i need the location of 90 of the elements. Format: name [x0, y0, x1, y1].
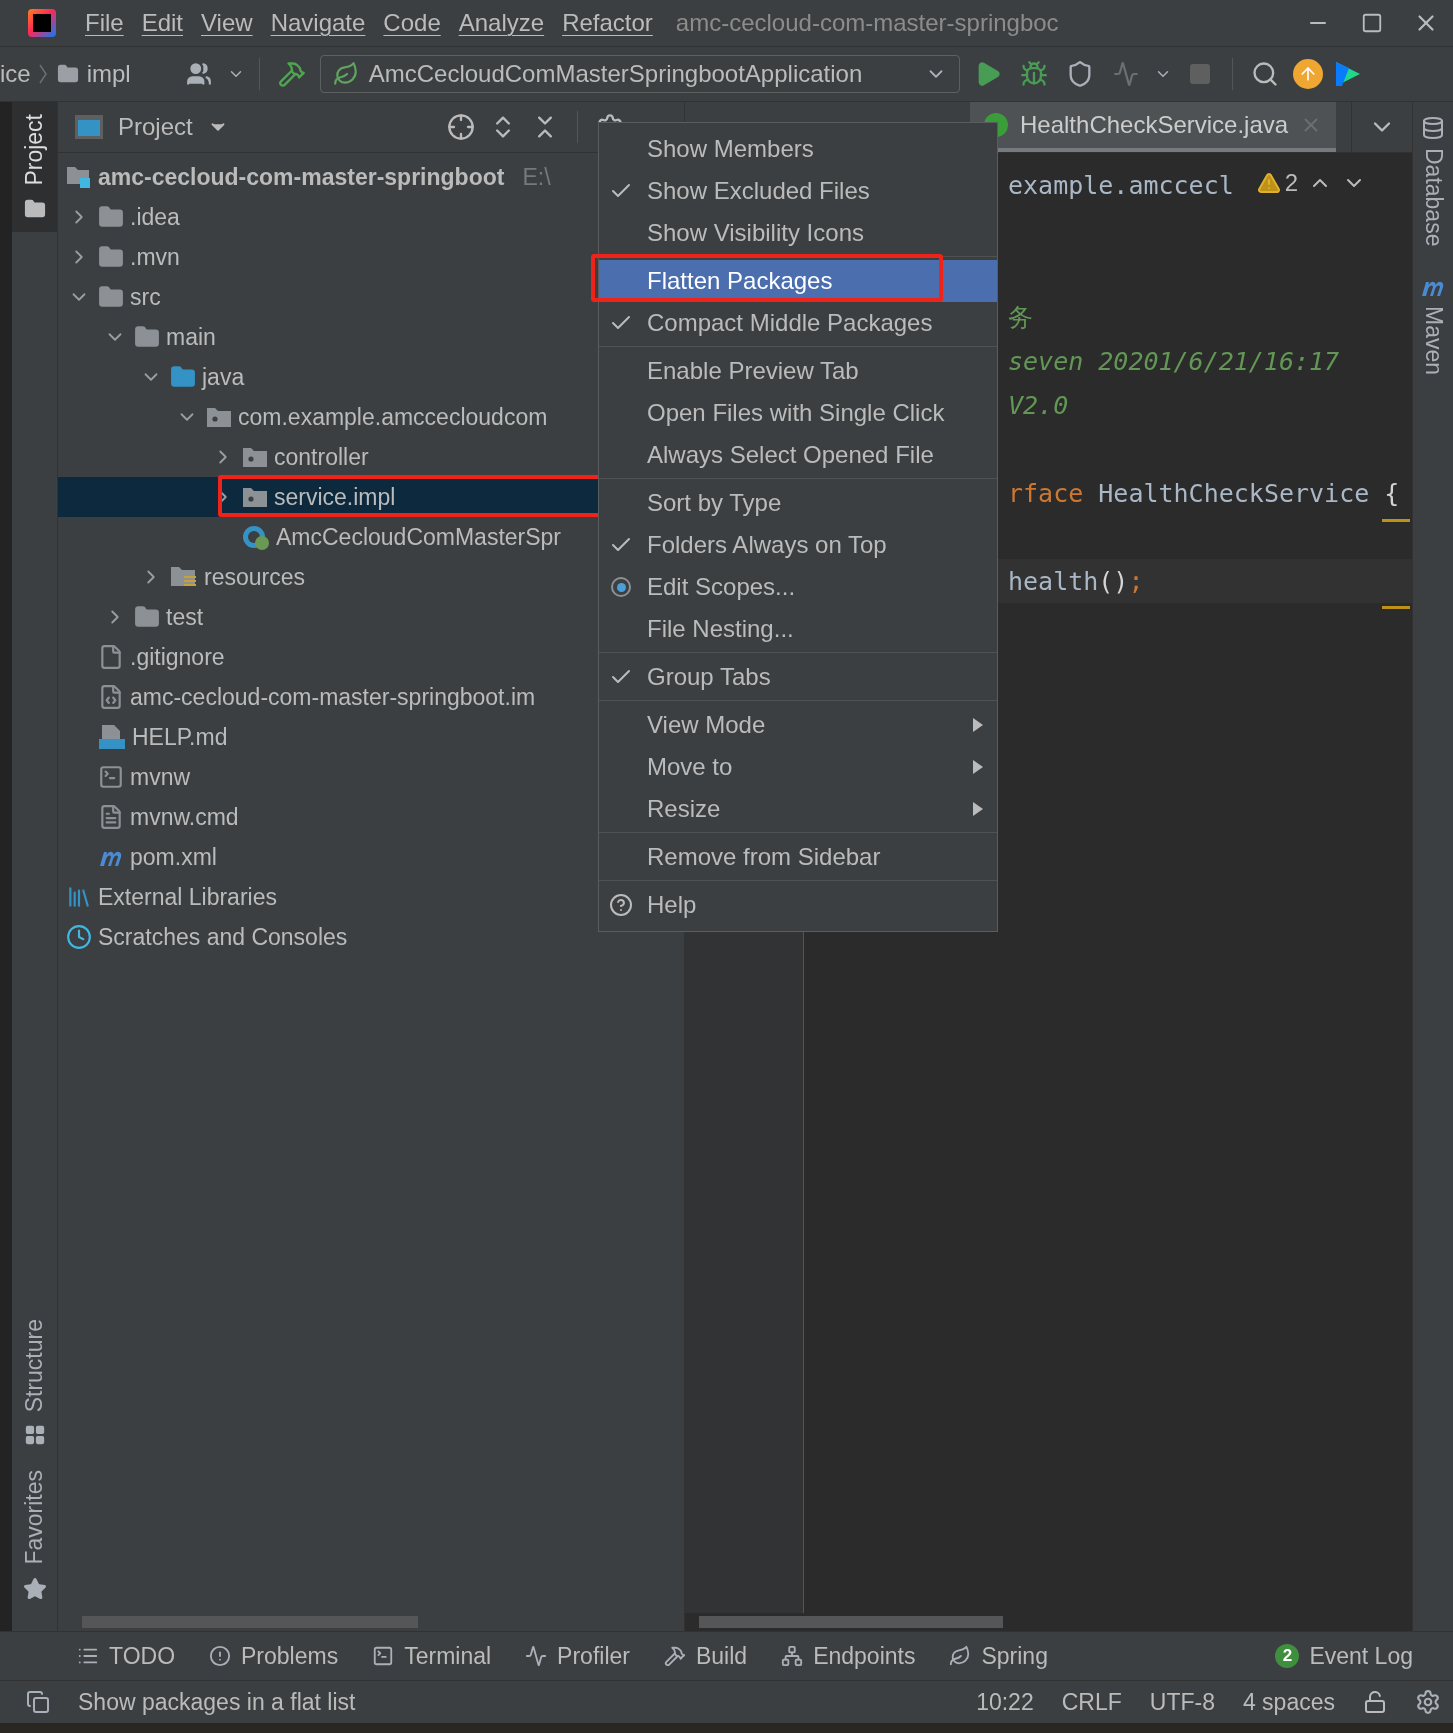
menu-item[interactable]: Flatten Packages	[599, 260, 997, 302]
locate-icon[interactable]	[447, 113, 475, 141]
tool-window-button[interactable]: Project	[12, 102, 57, 232]
markdown-file-icon	[98, 724, 126, 750]
database-icon	[1421, 116, 1445, 140]
profiler-icon	[525, 1645, 548, 1667]
tool-window-button[interactable]: Favorites	[12, 1458, 57, 1613]
status-item[interactable]: 10:22	[976, 1688, 1034, 1716]
spring-class-icon	[242, 523, 270, 551]
lock-icon[interactable]	[1363, 1690, 1387, 1714]
submenu-arrow-icon	[973, 718, 983, 732]
package-icon	[242, 486, 268, 508]
folder-icon	[134, 604, 160, 630]
tool-window-button[interactable]: Build	[663, 1642, 748, 1670]
package-icon	[206, 406, 232, 428]
module-file-icon	[98, 684, 124, 710]
event-count-badge: 2	[1275, 1644, 1300, 1668]
project-folder-icon	[66, 165, 92, 189]
tool-window-button[interactable]: Maven	[1419, 276, 1447, 376]
maximize-icon[interactable]	[1361, 12, 1383, 34]
tool-window-button[interactable]: TODO	[77, 1642, 176, 1670]
tool-window-button[interactable]: Terminal	[372, 1642, 492, 1670]
status-item[interactable]: CRLF	[1061, 1688, 1122, 1716]
libraries-icon	[66, 884, 92, 910]
submenu-arrow-icon	[973, 760, 983, 774]
scrollbar-thumb[interactable]	[699, 1616, 1003, 1628]
tool-window-button[interactable]: 2 Event Log	[1275, 1642, 1413, 1670]
menu-item[interactable]: File	[76, 9, 133, 37]
menu-item[interactable]: Refactor	[553, 9, 662, 37]
editor-tab[interactable]: HealthCheckService.java	[970, 102, 1337, 152]
menu-item[interactable]: Code	[374, 9, 450, 37]
script-file-icon	[98, 764, 124, 790]
menu-item[interactable]: Navigate	[261, 9, 375, 37]
folder-icon	[56, 63, 79, 85]
tool-window-button[interactable]: Profiler	[525, 1642, 630, 1670]
structure-icon	[23, 1424, 46, 1447]
warning-count[interactable]: 2	[1256, 169, 1298, 197]
tool-window-button[interactable]: Endpoints	[781, 1642, 916, 1670]
package-icon	[242, 446, 268, 468]
tool-window-button[interactable]: Database	[1419, 116, 1447, 247]
alert-icon	[209, 1645, 232, 1667]
scratches-icon	[66, 924, 92, 950]
panel-title[interactable]: Project	[118, 113, 193, 141]
code-line: health();	[1008, 566, 1144, 596]
menu-item[interactable]: View	[192, 9, 262, 37]
code-line: 务	[1008, 301, 1033, 334]
star-icon	[22, 1577, 47, 1601]
text-file-icon	[98, 804, 124, 830]
window-title: amc-cecloud-com-master-springboc	[675, 9, 1060, 37]
leaf-icon	[949, 1645, 972, 1667]
warning-icon	[1256, 171, 1281, 195]
status-item[interactable]: UTF-8	[1149, 1688, 1215, 1716]
code-line: rface HealthCheckService {	[1008, 478, 1400, 508]
radio-icon	[611, 577, 631, 597]
breadcrumb[interactable]: impl	[56, 60, 131, 88]
terminal-icon	[372, 1645, 395, 1667]
app-logo	[28, 9, 56, 37]
tool-window-button[interactable]: Spring	[949, 1642, 1048, 1670]
folder-icon	[98, 244, 124, 270]
folder-icon	[134, 324, 160, 350]
leaf-icon	[332, 61, 359, 87]
menu-item[interactable]: Analyze	[449, 9, 554, 37]
scrollbar-thumb[interactable]	[82, 1616, 418, 1628]
folder-icon	[23, 197, 46, 220]
help-icon	[609, 893, 633, 917]
code-line: V2.0	[1008, 390, 1069, 420]
menu-item[interactable]: Edit	[132, 9, 193, 37]
endpoints-icon	[781, 1645, 804, 1667]
update-icon[interactable]	[1292, 59, 1323, 89]
folder-icon	[98, 204, 124, 230]
hammer-icon	[663, 1645, 686, 1667]
file-icon	[98, 644, 124, 670]
status-message: Show packages in a flat list	[78, 1688, 357, 1716]
tool-window-button[interactable]: Structure	[12, 1307, 57, 1459]
resources-folder-icon	[170, 565, 198, 589]
source-folder-icon	[170, 364, 196, 390]
project-view-icon	[74, 114, 104, 140]
run-configuration-dropdown[interactable]: AmcCecloudComMasterSpringbootApplication	[319, 55, 960, 93]
settings-icon[interactable]	[1415, 1689, 1441, 1715]
layout-icon[interactable]	[26, 1690, 50, 1714]
project-name: amc-cecloud-com-master-springboot	[98, 163, 505, 191]
project-path: E:\	[522, 163, 551, 191]
status-item[interactable]: 4 spaces	[1242, 1688, 1335, 1716]
code-line: example.amccecl	[1008, 170, 1234, 200]
tool-window-button[interactable]: Problems	[209, 1642, 339, 1670]
breadcrumb-separator-icon	[38, 64, 47, 84]
code-line: seven 20201/6/21/16:17	[1008, 346, 1340, 376]
breadcrumb[interactable]: ice	[0, 60, 47, 88]
submenu-arrow-icon	[973, 802, 983, 816]
folder-icon	[98, 284, 124, 310]
